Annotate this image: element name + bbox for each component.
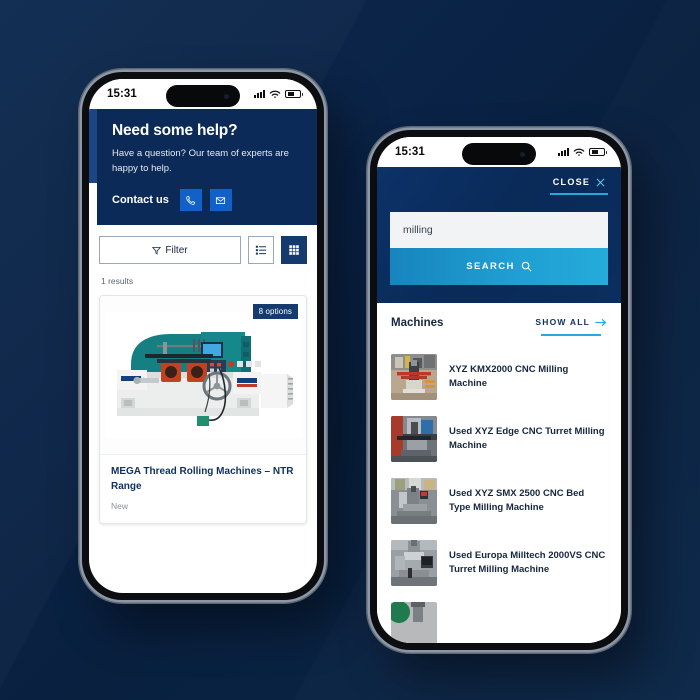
- milling-machine-thumb-5: [391, 602, 437, 643]
- view-toggle-list[interactable]: [248, 236, 274, 265]
- milling-machine-thumb-3: [391, 478, 437, 524]
- help-card: Need some help? Have a question? Our tea…: [97, 109, 317, 226]
- list-item-label: XYZ KMX2000 CNC Milling Machine: [449, 364, 569, 389]
- close-label: CLOSE: [552, 177, 591, 187]
- close-button-inner: CLOSE: [553, 177, 606, 187]
- list-item-label: Used XYZ SMX 2500 CNC Bed Type Milling M…: [449, 488, 585, 513]
- list-item[interactable]: Used Europa Milltech 2000VS CNC Turret M…: [391, 532, 607, 594]
- list-item[interactable]: Used XYZ Edge CNC Turret Milling Machine: [391, 408, 607, 470]
- phone-icon: [186, 196, 196, 205]
- magnifier-icon: [521, 261, 532, 272]
- help-panel-band: Need some help? Have a question? Our tea…: [89, 109, 317, 226]
- suggestions-heading: Machines: [391, 317, 444, 329]
- list-view-icon: [255, 246, 266, 256]
- battery-icon: [285, 90, 303, 98]
- promo-scene: 15:31 Need some help? Have a question? O…: [0, 0, 700, 700]
- milling-machine-thumb-2: [391, 416, 437, 462]
- suggestions-list: XYZ KMX2000 CNC Milling Machine Used XYZ…: [391, 346, 607, 643]
- list-item-label: Used Europa Milltech 2000VS CNC Turret M…: [449, 550, 606, 575]
- show-all-inner: SHOW ALL: [535, 317, 607, 327]
- list-item[interactable]: Used XYZ SMX 2500 CNC Bed Type Milling M…: [391, 470, 607, 532]
- phone-button[interactable]: [179, 189, 202, 212]
- help-subtitle: Have a question? Our team of experts are…: [112, 148, 289, 174]
- filter-toolbar: Filter: [99, 225, 307, 273]
- dynamic-island: [166, 85, 240, 107]
- product-card[interactable]: 8 options MEGA Thread Rolling Machines –…: [99, 295, 307, 525]
- signal-icon: [558, 148, 569, 156]
- signal-icon: [254, 90, 265, 98]
- phone-right-screen: 15:31 CLOSE milling SEARCH Machines SHOW…: [377, 137, 621, 643]
- status-time: 15:31: [395, 146, 425, 158]
- product-info: MEGA Thread Rolling Machines – NTR Range…: [100, 454, 306, 524]
- options-badge: 8 options: [252, 304, 298, 320]
- close-button[interactable]: CLOSE: [550, 177, 608, 199]
- contact-row: Contact us: [112, 189, 303, 212]
- close-x-icon: [596, 178, 605, 186]
- help-title: Need some help?: [112, 122, 238, 139]
- list-item[interactable]: [391, 594, 607, 643]
- contact-us-label: Contact us: [112, 194, 169, 207]
- show-all-button[interactable]: SHOW ALL: [535, 317, 607, 336]
- dynamic-island: [462, 143, 536, 165]
- milling-machine-thumb-1: [391, 354, 437, 400]
- show-all-underline: [541, 334, 602, 336]
- search-submit-label: SEARCH: [466, 261, 515, 272]
- product-condition: New: [111, 501, 129, 512]
- phone-left-screen: 15:31 Need some help? Have a question? O…: [89, 79, 317, 593]
- suggestions-header: Machines SHOW ALL: [391, 303, 607, 346]
- list-item-label: Used XYZ Edge CNC Turret Milling Machine: [449, 426, 605, 451]
- view-toggle-grid[interactable]: [281, 236, 307, 265]
- suggestions-panel: Machines SHOW ALL XYZ KMX2000 CNC Millin…: [377, 303, 621, 643]
- phone-mockup-right: 15:31 CLOSE milling SEARCH Machines SHOW…: [370, 130, 628, 650]
- filter-button-label: Filter: [165, 244, 188, 256]
- search-submit-button[interactable]: SEARCH: [390, 248, 608, 285]
- list-item[interactable]: XYZ KMX2000 CNC Milling Machine: [391, 346, 607, 408]
- thread-rolling-machine-illustration: [105, 312, 301, 439]
- close-underline: [550, 193, 608, 195]
- results-count: 1 results: [101, 276, 134, 287]
- wifi-icon: [573, 148, 585, 156]
- show-all-label: SHOW ALL: [535, 317, 590, 327]
- envelope-icon: [216, 197, 226, 204]
- email-button[interactable]: [209, 189, 232, 212]
- phone-mockup-left: 15:31 Need some help? Have a question? O…: [82, 72, 324, 600]
- results-body: Filter 1 results 8 options MEGA Thread R…: [89, 225, 317, 525]
- search-input[interactable]: [390, 212, 608, 248]
- product-title: MEGA Thread Rolling Machines – NTR Range: [111, 466, 294, 492]
- wifi-icon: [269, 90, 281, 98]
- product-image: 8 options: [100, 296, 306, 455]
- grid-view-icon: [289, 245, 299, 256]
- status-icon-group: [558, 148, 607, 157]
- filter-button[interactable]: Filter: [99, 236, 241, 265]
- status-icon-group: [254, 90, 303, 99]
- status-time: 15:31: [107, 88, 137, 100]
- search-overlay: CLOSE SEARCH: [377, 167, 621, 303]
- arrow-right-icon: [595, 318, 607, 326]
- milling-machine-thumb-4: [391, 540, 437, 586]
- close-row: CLOSE: [390, 177, 608, 199]
- funnel-icon: [152, 247, 162, 255]
- battery-icon: [589, 148, 607, 156]
